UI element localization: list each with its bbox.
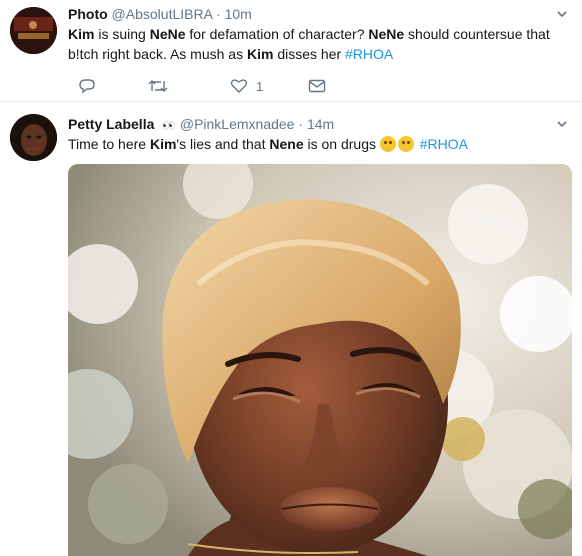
unamused-emoji-icon: [379, 136, 396, 152]
retweet-icon: [148, 80, 168, 92]
direct-message-button[interactable]: [308, 76, 326, 96]
mention-text: NeNe: [368, 26, 405, 42]
like-count: 1: [256, 78, 264, 94]
unamused-emoji-icon: [397, 136, 414, 152]
tweet-text-segment: for defamation of character?: [185, 26, 369, 42]
tweet-text-segment: is suing: [94, 26, 150, 42]
retweet-button[interactable]: [148, 76, 168, 96]
eyes-emoji: 👀: [162, 120, 176, 132]
separator: ·: [216, 6, 221, 22]
display-name[interactable]: Petty Labella: [68, 116, 154, 132]
avatar[interactable]: [10, 114, 57, 161]
like-button[interactable]: 1: [230, 76, 263, 96]
hashtag-link[interactable]: #RHOA: [420, 136, 468, 152]
mention-text: Kim: [246, 46, 274, 62]
timestamp[interactable]: 10m: [225, 6, 252, 22]
mention-text: Nene: [269, 136, 304, 152]
tweet-text-segment: is on drugs: [303, 136, 380, 152]
avatar-image: [10, 7, 57, 54]
tweet-text: Kim is suing NeNe for defamation of char…: [68, 24, 573, 64]
tweet-header: Photo @AbsolutLIBRA · 10m: [68, 6, 252, 22]
display-name[interactable]: Photo: [68, 6, 108, 22]
tweet[interactable]: Photo @AbsolutLIBRA · 10m Kim is suing N…: [0, 0, 582, 101]
tweet-text-segment: 's lies and that: [176, 136, 270, 152]
dm-icon: [308, 79, 326, 93]
username[interactable]: @AbsolutLIBRA: [112, 6, 213, 22]
tweet-text-segment: Time to here: [68, 136, 150, 152]
mention-text: NeNe: [149, 26, 186, 42]
separator: ·: [298, 116, 304, 132]
tweet-actions: 1: [68, 76, 368, 96]
reply-button[interactable]: [78, 76, 96, 96]
avatar[interactable]: [10, 7, 57, 54]
tweet-media-image[interactable]: [68, 164, 572, 556]
reply-icon: [79, 79, 95, 94]
timestamp[interactable]: 14m: [307, 116, 334, 132]
like-icon: [230, 79, 248, 93]
avatar-image: [10, 114, 57, 161]
username[interactable]: @PinkLemxnadee: [180, 116, 295, 132]
mention-text: Kim: [149, 136, 177, 152]
tweet-header: Petty Labella 👀 @PinkLemxnadee · 14m: [68, 116, 334, 132]
mention-text: Kim: [68, 26, 95, 42]
tweet[interactable]: Petty Labella 👀 @PinkLemxnadee · 14m Tim…: [0, 102, 582, 556]
chevron-down-icon[interactable]: [556, 8, 568, 20]
tweet-text-segment: disses her: [273, 46, 346, 62]
chevron-down-icon[interactable]: [556, 118, 568, 130]
media-photo: [68, 164, 572, 556]
tweet-text: Time to here Kim's lies and that Nene is…: [68, 134, 573, 154]
hashtag-link[interactable]: #RHOA: [345, 46, 393, 62]
